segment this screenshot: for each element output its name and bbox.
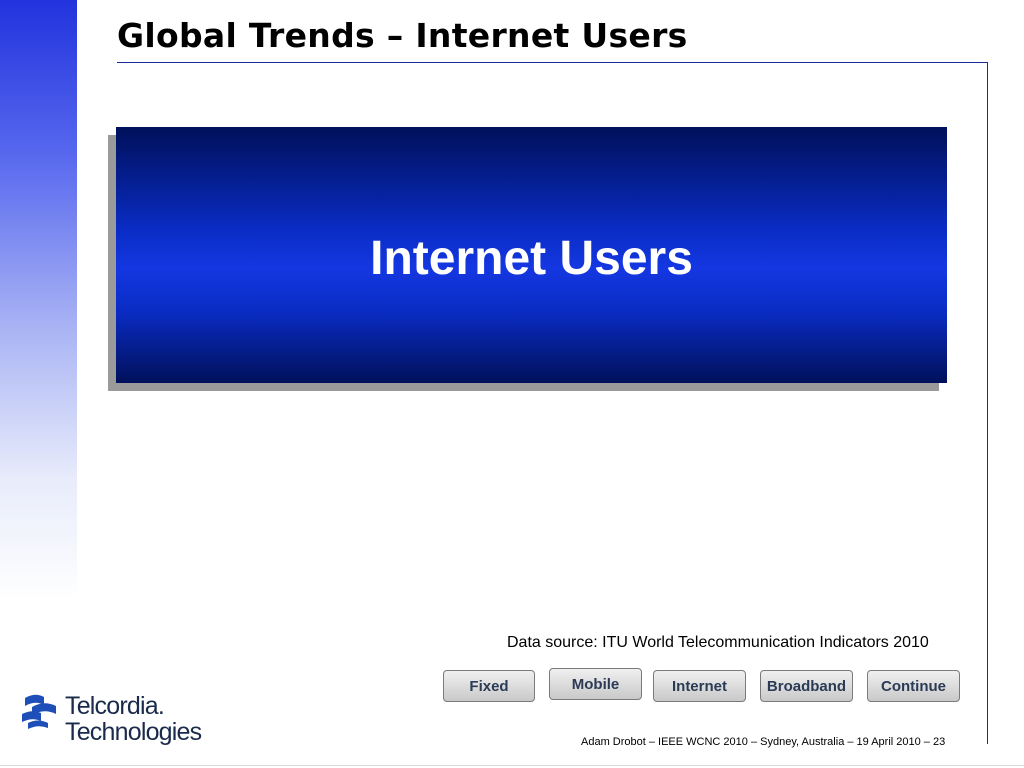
logo-text-telcordia: Telcordia. <box>65 692 165 720</box>
logo-text-technologies: Technologies <box>65 718 202 746</box>
internet-button[interactable]: Internet <box>653 670 746 702</box>
title-divider <box>117 62 988 63</box>
right-border-line <box>987 62 988 744</box>
mobile-button[interactable]: Mobile <box>549 668 642 700</box>
slide-title: Global Trends – Internet Users <box>117 16 688 55</box>
banner-heading: Internet Users <box>370 232 693 285</box>
broadband-button[interactable]: Broadband <box>760 670 853 702</box>
left-decorative-gradient <box>0 0 77 600</box>
bottom-divider <box>0 765 1024 766</box>
fixed-button[interactable]: Fixed <box>443 670 535 702</box>
section-banner: Internet Users <box>116 127 947 383</box>
slide-footer: Adam Drobot – IEEE WCNC 2010 – Sydney, A… <box>581 736 946 748</box>
data-source-note: Data source: ITU World Telecommunication… <box>507 634 929 651</box>
continue-button[interactable]: Continue <box>867 670 960 702</box>
